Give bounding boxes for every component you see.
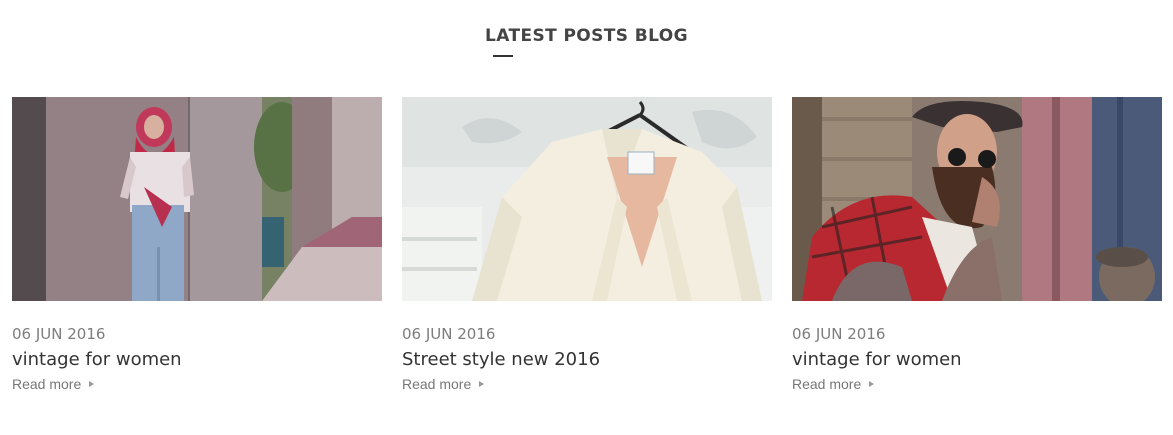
post-title[interactable]: vintage for women xyxy=(792,349,1162,371)
read-more-link[interactable]: Read more xyxy=(402,375,485,393)
read-more-link[interactable]: Read more xyxy=(792,375,875,393)
posts-list: 06 JUN 2016 vintage for women Read more xyxy=(12,97,1162,394)
title-underline xyxy=(493,55,513,57)
triangle-right-icon xyxy=(89,381,95,387)
post-date: 06 JUN 2016 xyxy=(402,325,496,343)
read-more-label: Read more xyxy=(12,376,82,392)
post-image-woman[interactable] xyxy=(12,97,382,301)
woman-photo-image xyxy=(12,97,382,301)
section-title: LATEST POSTS BLOG xyxy=(485,26,688,46)
post-card: 06 JUN 2016 vintage for women Read more xyxy=(12,97,382,394)
post-date: 06 JUN 2016 xyxy=(12,325,106,343)
post-card: 06 JUN 2016 vintage for women Read more xyxy=(792,97,1162,394)
post-title[interactable]: Street style new 2016 xyxy=(402,349,772,371)
triangle-right-icon xyxy=(869,381,875,387)
man-photo-image xyxy=(792,97,1162,301)
read-more-label: Read more xyxy=(792,376,862,392)
post-date: 06 JUN 2016 xyxy=(792,325,886,343)
read-more-label: Read more xyxy=(402,376,472,392)
post-card: 06 JUN 2016 Street style new 2016 Read m… xyxy=(402,97,772,394)
read-more-link[interactable]: Read more xyxy=(12,375,95,393)
post-title[interactable]: vintage for women xyxy=(12,349,382,371)
post-image-shirt[interactable] xyxy=(402,97,772,301)
shirt-photo-image xyxy=(402,97,772,301)
latest-posts-section: LATEST POSTS BLOG 06 JUN 2016 vintage fo… xyxy=(0,0,1173,435)
post-image-man[interactable] xyxy=(792,97,1162,301)
triangle-right-icon xyxy=(479,381,485,387)
